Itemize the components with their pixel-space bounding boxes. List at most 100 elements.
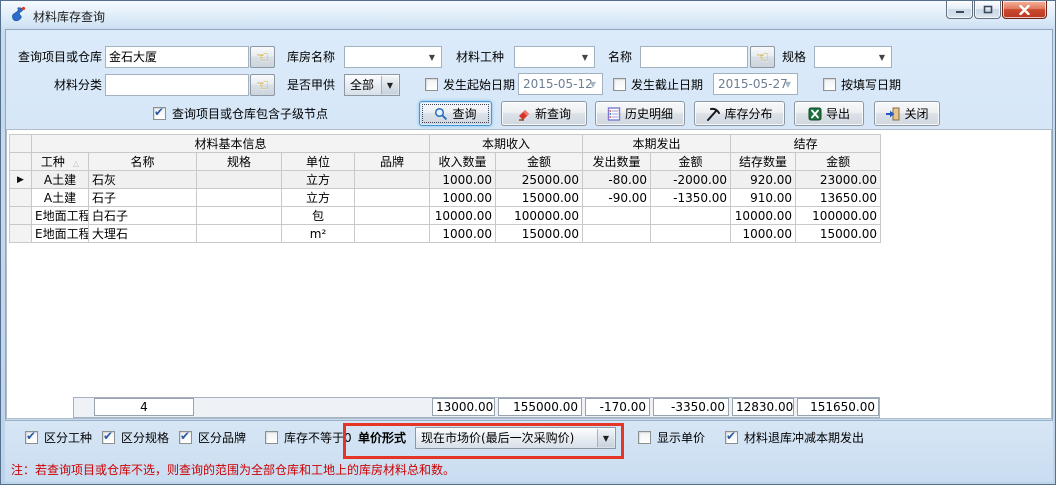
table-cell[interactable] bbox=[197, 225, 282, 243]
close-form-button[interactable]: 关闭 bbox=[874, 101, 940, 126]
table-row: A土建石子 立方 1000.0015000.00-90.00-1350.00910.… bbox=[10, 189, 881, 207]
row-indicator[interactable] bbox=[10, 189, 32, 207]
start-date-select[interactable]: 2015-05-12▼ bbox=[518, 73, 603, 95]
column-header[interactable]: 金额 bbox=[651, 153, 731, 171]
row-indicator[interactable] bbox=[10, 225, 32, 243]
table-cell[interactable]: E地面工程 bbox=[32, 225, 89, 243]
table-cell[interactable]: m² bbox=[282, 225, 355, 243]
table-cell[interactable] bbox=[355, 207, 430, 225]
table-cell[interactable]: -80.00 bbox=[583, 171, 651, 189]
table-cell[interactable]: 白石子 bbox=[89, 207, 197, 225]
category-picker-button[interactable]: ☜ bbox=[250, 74, 275, 96]
distinguish-brand-checkbox[interactable]: ✔ bbox=[179, 431, 192, 444]
column-header[interactable]: 工种△ bbox=[32, 153, 89, 171]
table-cell[interactable]: E地面工程 bbox=[32, 207, 89, 225]
start-date-checkbox[interactable] bbox=[425, 78, 438, 91]
table-cell[interactable]: 100000.00 bbox=[496, 207, 583, 225]
maximize-button[interactable] bbox=[974, 1, 1001, 19]
show-price-checkbox[interactable] bbox=[638, 431, 651, 444]
category-input[interactable] bbox=[105, 74, 249, 96]
stock-distribution-button[interactable]: 库存分布 bbox=[694, 101, 785, 126]
name-label: 名称 bbox=[608, 46, 632, 68]
column-header[interactable]: 品牌 bbox=[355, 153, 430, 171]
distinguish-spec-checkbox[interactable]: ✔ bbox=[102, 431, 115, 444]
row-indicator[interactable]: ▶ bbox=[10, 171, 32, 189]
table-cell[interactable] bbox=[355, 189, 430, 207]
table-cell[interactable]: 1000.00 bbox=[731, 225, 796, 243]
table-cell[interactable]: -1350.00 bbox=[651, 189, 731, 207]
export-button[interactable]: 导出 bbox=[794, 101, 864, 126]
table-cell[interactable]: 920.00 bbox=[731, 171, 796, 189]
table-cell[interactable]: A土建 bbox=[32, 171, 89, 189]
summary-income-qty: 13000.00 bbox=[432, 398, 495, 416]
table-cell[interactable]: -90.00 bbox=[583, 189, 651, 207]
table-cell[interactable]: 15000.00 bbox=[796, 225, 881, 243]
table-cell[interactable] bbox=[651, 207, 731, 225]
table-cell[interactable]: 大理石 bbox=[89, 225, 197, 243]
spec-select[interactable]: ▼ bbox=[814, 46, 892, 68]
table-cell[interactable]: 石子 bbox=[89, 189, 197, 207]
table-cell[interactable]: 25000.00 bbox=[496, 171, 583, 189]
table-cell[interactable]: 包 bbox=[282, 207, 355, 225]
minimize-button[interactable] bbox=[946, 1, 973, 19]
project-picker-button[interactable]: ☜ bbox=[250, 46, 275, 68]
include-children-checkbox[interactable]: ✔ bbox=[153, 107, 166, 120]
table-cell[interactable]: 1000.00 bbox=[430, 225, 496, 243]
work-type-select[interactable]: ▼ bbox=[514, 46, 595, 68]
table-cell[interactable]: 1000.00 bbox=[430, 171, 496, 189]
table-cell[interactable] bbox=[583, 207, 651, 225]
table-cell[interactable] bbox=[651, 225, 731, 243]
warehouse-label: 库房名称 bbox=[287, 46, 335, 68]
category-label: 材料分类 bbox=[6, 74, 102, 96]
table-cell[interactable]: 1000.00 bbox=[430, 189, 496, 207]
return-offset-checkbox[interactable]: ✔ bbox=[725, 431, 738, 444]
project-input[interactable]: 金石大厦 bbox=[105, 46, 249, 68]
owner-supplied-select[interactable]: 全部▼ bbox=[344, 74, 400, 96]
table-cell[interactable]: 910.00 bbox=[731, 189, 796, 207]
end-date-checkbox[interactable] bbox=[613, 78, 626, 91]
column-header[interactable]: 金额 bbox=[796, 153, 881, 171]
table-cell[interactable]: 10000.00 bbox=[430, 207, 496, 225]
table-cell[interactable] bbox=[197, 207, 282, 225]
show-price-label: 显示单价 bbox=[657, 430, 705, 446]
close-button[interactable] bbox=[1002, 1, 1047, 19]
query-button[interactable]: 查询 bbox=[419, 101, 492, 126]
table-cell[interactable]: A土建 bbox=[32, 189, 89, 207]
row-indicator[interactable] bbox=[10, 207, 32, 225]
price-mode-select[interactable]: 现在市场价(最后一次采购价) ▼ bbox=[415, 427, 616, 449]
table-cell[interactable]: 石灰 bbox=[89, 171, 197, 189]
eraser-icon bbox=[517, 107, 531, 121]
check-icon: ✔ bbox=[180, 429, 190, 443]
table-cell[interactable]: 10000.00 bbox=[731, 207, 796, 225]
chevron-down-icon: ▼ bbox=[425, 47, 439, 67]
distinguish-work-checkbox[interactable]: ✔ bbox=[25, 431, 38, 444]
column-header[interactable]: 单位 bbox=[282, 153, 355, 171]
end-date-select[interactable]: 2015-05-27▼ bbox=[713, 73, 798, 95]
name-input[interactable] bbox=[640, 46, 748, 68]
name-picker-button[interactable]: ☜ bbox=[750, 46, 775, 68]
table-cell[interactable] bbox=[197, 171, 282, 189]
column-header[interactable]: 结存数量 bbox=[731, 153, 796, 171]
table-cell[interactable]: 23000.00 bbox=[796, 171, 881, 189]
table-cell[interactable]: 13650.00 bbox=[796, 189, 881, 207]
stock-nonzero-checkbox[interactable] bbox=[265, 431, 278, 444]
column-header[interactable]: 发出数量 bbox=[583, 153, 651, 171]
table-cell[interactable]: 15000.00 bbox=[496, 225, 583, 243]
table-cell[interactable]: 100000.00 bbox=[796, 207, 881, 225]
table-cell[interactable]: 15000.00 bbox=[496, 189, 583, 207]
warehouse-select[interactable]: ▼ bbox=[344, 46, 442, 68]
history-detail-button[interactable]: 历史明细 bbox=[595, 101, 685, 126]
table-cell[interactable] bbox=[355, 171, 430, 189]
table-cell[interactable]: 立方 bbox=[282, 171, 355, 189]
table-cell[interactable] bbox=[197, 189, 282, 207]
table-cell[interactable]: 立方 bbox=[282, 189, 355, 207]
table-cell[interactable] bbox=[583, 225, 651, 243]
column-header[interactable]: 金额 bbox=[496, 153, 583, 171]
table-cell[interactable] bbox=[355, 225, 430, 243]
new-query-button[interactable]: 新查询 bbox=[501, 101, 587, 126]
column-header[interactable]: 名称 bbox=[89, 153, 197, 171]
column-header[interactable]: 规格 bbox=[197, 153, 282, 171]
table-cell[interactable]: -2000.00 bbox=[651, 171, 731, 189]
column-header[interactable]: 收入数量 bbox=[430, 153, 496, 171]
fill-date-checkbox[interactable] bbox=[823, 78, 836, 91]
